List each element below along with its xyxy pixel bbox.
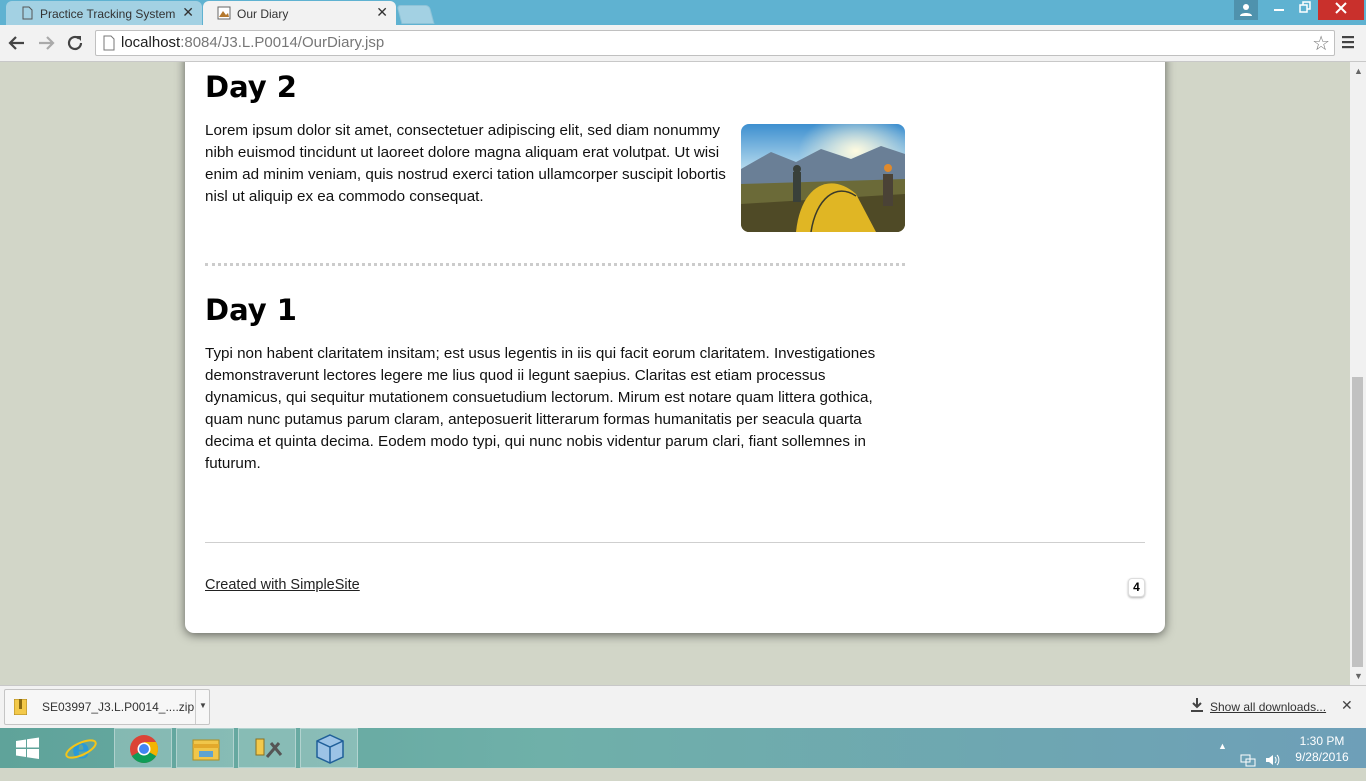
download-options-chevron-icon[interactable]: ▼ <box>195 690 210 724</box>
download-file-name: SE03997_J3.L.P0014_....zip <box>42 700 195 714</box>
windows-start-icon[interactable] <box>0 728 58 768</box>
restore-window-icon[interactable] <box>1292 0 1318 20</box>
network-icon[interactable] <box>1240 740 1256 780</box>
chrome-menu-icon[interactable] <box>1340 34 1356 50</box>
page-info-icon[interactable] <box>102 35 116 51</box>
tab-strip: Practice Tracking System ✕ Our Diary ✕ <box>0 0 1366 25</box>
content-card: Day 2 Lorem ipsum dolor sit amet, consec… <box>185 62 1165 633</box>
address-bar[interactable]: localhost:8084/J3.L.P0014/OurDiary.jsp ☆ <box>95 30 1335 56</box>
tools-icon[interactable] <box>238 728 296 768</box>
browser-toolbar: localhost:8084/J3.L.P0014/OurDiary.jsp ☆ <box>0 25 1366 62</box>
windows-taskbar: e ▲ 1:30 PM 9/28/2016 <box>0 728 1366 768</box>
zip-file-icon <box>14 699 27 715</box>
post-title-day-1: Day 1 <box>205 293 297 327</box>
show-all-downloads-link[interactable]: Show all downloads... <box>1210 700 1326 714</box>
user-profile-icon[interactable] <box>1234 0 1258 20</box>
footer-divider <box>205 542 1145 543</box>
clock-date: 9/28/2016 <box>1295 750 1349 764</box>
post-title-day-2: Day 2 <box>205 70 297 104</box>
post-image-camping <box>741 124 905 232</box>
post-body-day-2: Lorem ipsum dolor sit amet, consectetuer… <box>205 122 726 205</box>
bookmark-star-icon[interactable]: ☆ <box>1312 31 1330 56</box>
close-tab-icon[interactable]: ✕ <box>182 4 194 21</box>
close-window-icon[interactable] <box>1318 0 1364 20</box>
post-body-day-1: Typi non habent claritatem insitam; est … <box>205 345 876 472</box>
close-tab-icon[interactable]: ✕ <box>376 4 388 21</box>
simplesite-credit-link[interactable]: Created with SimpleSite <box>205 577 360 593</box>
clock-time: 1:30 PM <box>1299 734 1345 748</box>
new-tab-button[interactable] <box>396 5 435 24</box>
tab-label: Practice Tracking System <box>40 7 176 21</box>
file-explorer-icon[interactable] <box>176 728 234 768</box>
site-favicon-icon <box>217 6 231 20</box>
system-clock[interactable]: 1:30 PM 9/28/2016 <box>1290 733 1354 765</box>
forward-arrow-icon[interactable] <box>36 33 56 53</box>
tab-practice-tracking[interactable]: Practice Tracking System ✕ <box>6 1 202 25</box>
back-arrow-icon[interactable] <box>7 33 27 53</box>
volume-icon[interactable] <box>1264 740 1280 780</box>
page-viewport: Day 2 Lorem ipsum dolor sit amet, consec… <box>0 62 1350 685</box>
reload-icon[interactable] <box>65 33 85 53</box>
scroll-down-arrow-icon[interactable]: ▼ <box>1354 671 1363 681</box>
download-arrow-icon <box>1191 698 1203 712</box>
url-host: localhost <box>121 34 181 51</box>
page-icon <box>22 6 33 20</box>
vertical-scrollbar[interactable]: ▲ ▼ <box>1350 62 1366 685</box>
url-text: localhost:8084/J3.L.P0014/OurDiary.jsp <box>121 34 384 51</box>
page-number-badge: 4 <box>1128 578 1145 597</box>
internet-explorer-icon[interactable]: e <box>52 728 110 768</box>
download-item[interactable]: SE03997_J3.L.P0014_....zip ▼ <box>4 689 210 725</box>
svg-text:e: e <box>72 732 90 765</box>
url-path: :8084/J3.L.P0014/OurDiary.jsp <box>180 34 385 51</box>
virtualbox-icon[interactable] <box>300 728 358 768</box>
close-shelf-icon[interactable]: ✕ <box>1341 697 1353 714</box>
show-hidden-icons-icon[interactable]: ▲ <box>1218 741 1227 781</box>
download-shelf: SE03997_J3.L.P0014_....zip ▼ Show all do… <box>0 685 1366 729</box>
scroll-thumb[interactable] <box>1352 377 1363 667</box>
scroll-up-arrow-icon[interactable]: ▲ <box>1354 66 1363 76</box>
tab-our-diary[interactable]: Our Diary ✕ <box>203 1 396 25</box>
minimize-window-icon[interactable] <box>1266 0 1292 20</box>
post-divider <box>205 263 905 266</box>
tab-label: Our Diary <box>237 7 289 21</box>
chrome-icon[interactable] <box>114 728 172 768</box>
